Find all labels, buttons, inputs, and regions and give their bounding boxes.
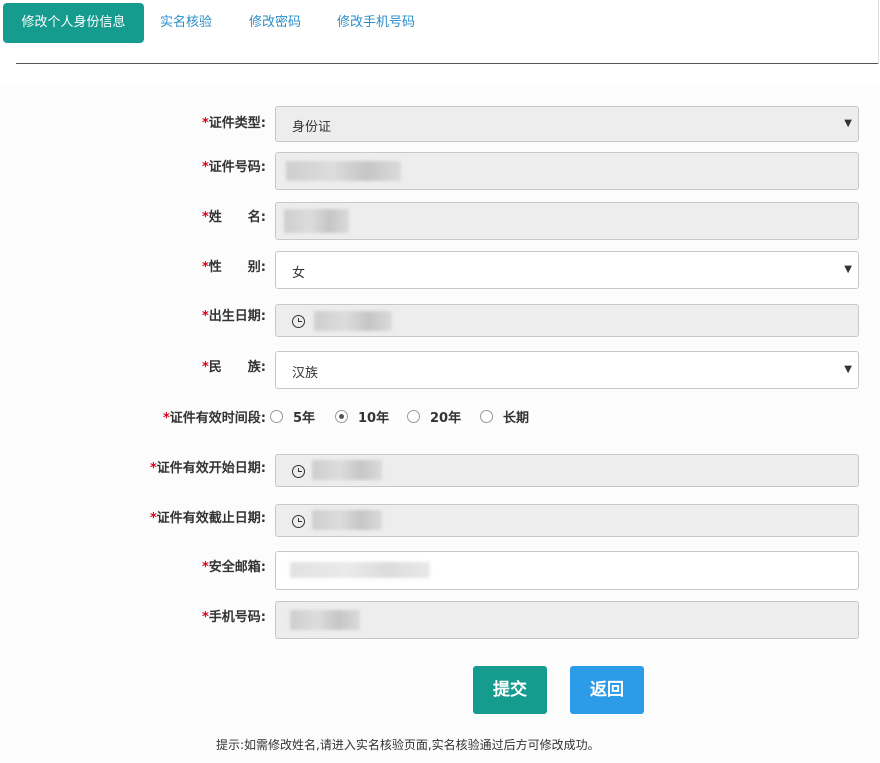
id-type-value: 身份证	[292, 120, 332, 135]
id-number-field[interactable]	[275, 152, 859, 190]
id-number-label: *证件号码:	[201, 160, 266, 175]
clock-icon	[292, 315, 305, 328]
redacted-value	[312, 510, 382, 530]
ethnicity-label: *民 族:	[201, 360, 266, 375]
tab-edit-identity[interactable]: 修改个人身份信息	[3, 3, 144, 43]
gender-value: 女	[292, 266, 306, 281]
radio-dot	[480, 410, 493, 423]
tab-bar: 修改个人身份信息 实名核验 修改密码 修改手机号码	[0, 0, 880, 64]
redacted-value	[312, 460, 382, 480]
id-type-select[interactable]: 身份证 ▼	[275, 106, 859, 142]
validity-period-label: *证件有效时间段:	[162, 411, 266, 426]
birth-date-label: *出生日期:	[201, 309, 266, 324]
birth-date-field[interactable]	[275, 304, 859, 337]
chevron-down-icon: ▼	[844, 118, 852, 129]
gender-label: *性 别:	[201, 260, 266, 275]
ethnicity-value: 汉族	[292, 366, 319, 381]
tab-divider	[16, 63, 878, 64]
email-label: *安全邮箱:	[201, 560, 266, 575]
redacted-value	[314, 311, 392, 331]
valid-start-label: *证件有效开始日期:	[149, 461, 266, 476]
tab-change-phone[interactable]: 修改手机号码	[337, 3, 415, 43]
clock-icon	[292, 515, 305, 528]
phone-label: *手机号码:	[201, 610, 266, 625]
valid-end-field[interactable]	[275, 504, 859, 537]
radio-20-years[interactable]: 20年	[407, 409, 461, 429]
name-field[interactable]	[275, 202, 859, 240]
valid-end-label: *证件有效截止日期:	[149, 511, 266, 526]
radio-dot-selected	[335, 410, 348, 423]
tab-change-password[interactable]: 修改密码	[249, 3, 301, 43]
back-button[interactable]: 返回	[570, 666, 644, 714]
hint-text: 提示:如需修改姓名,请进入实名核验页面,实名核验通过后方可修改成功。	[216, 738, 600, 752]
id-type-label: *证件类型:	[201, 116, 266, 131]
radio-dot	[407, 410, 420, 423]
clock-icon	[292, 465, 305, 478]
name-label: *姓 名:	[201, 210, 266, 225]
radio-long-term[interactable]: 长期	[480, 409, 529, 429]
redacted-value	[290, 610, 360, 630]
frame-edge	[878, 0, 879, 64]
gender-select[interactable]: 女 ▼	[275, 251, 859, 289]
email-field[interactable]	[275, 551, 859, 590]
radio-5-years[interactable]: 5年	[270, 409, 315, 429]
valid-start-field[interactable]	[275, 454, 859, 487]
phone-field[interactable]	[275, 601, 859, 639]
ethnicity-select[interactable]: 汉族 ▼	[275, 351, 859, 389]
radio-dot	[270, 410, 283, 423]
submit-button[interactable]: 提交	[473, 666, 547, 714]
chevron-down-icon: ▼	[844, 264, 852, 275]
redacted-value	[286, 161, 401, 181]
tab-real-name-verify[interactable]: 实名核验	[160, 3, 212, 43]
radio-10-years[interactable]: 10年	[335, 409, 389, 429]
redacted-value	[284, 209, 349, 233]
redacted-value	[290, 562, 430, 578]
chevron-down-icon: ▼	[844, 364, 852, 375]
